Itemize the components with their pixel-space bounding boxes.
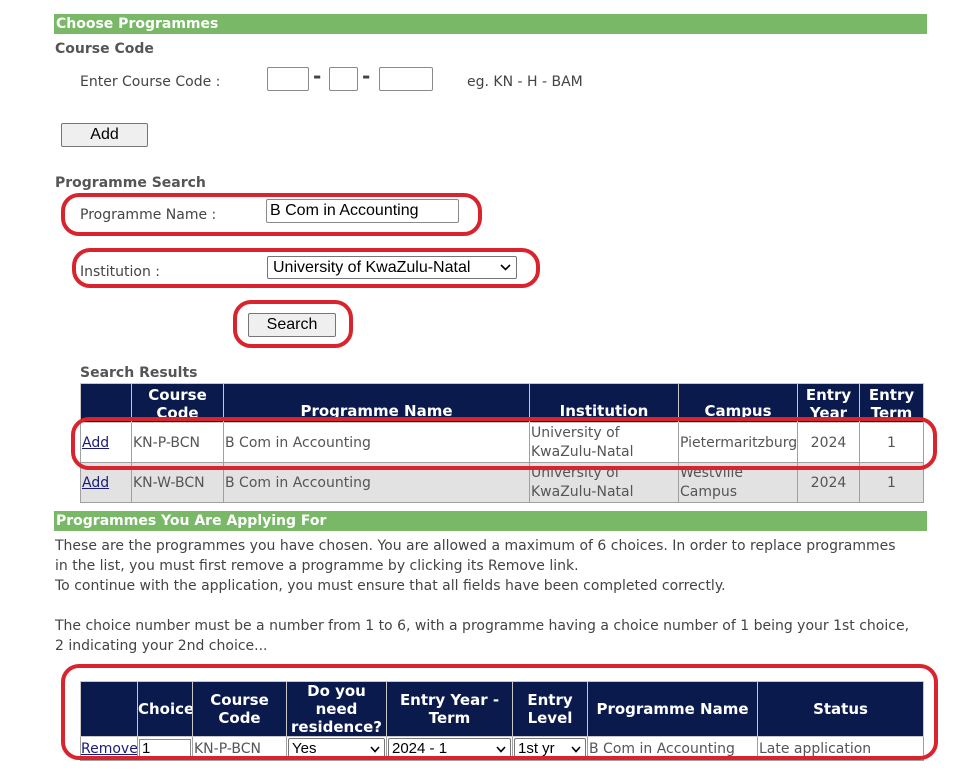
search-results-heading: Search Results [80,365,198,381]
course-code-part2-input[interactable] [329,67,358,91]
course-code-label: Enter Course Code : [80,74,221,90]
highlight-chosen-table [61,664,938,760]
search-button[interactable]: Search [248,313,336,337]
choice-instructions: The choice number must be a number from … [55,616,935,656]
institution-label: Institution : [80,264,161,280]
add-result-link[interactable]: Add [82,475,109,491]
instructions-line-3: To continue with the application, you mu… [55,578,726,594]
applying-bar: Programmes You Are Applying For [54,511,927,531]
applying-instructions: These are the programmes you have chosen… [55,536,935,596]
course-code-heading: Course Code [55,41,154,57]
course-code-part1-input[interactable] [267,67,309,91]
course-code-part3-input[interactable] [379,67,433,91]
course-code-separator-1: - [313,64,322,88]
course-code-example: eg. KN - H - BAM [467,74,583,90]
chevron-down-icon [500,263,511,271]
instructions-line-1: These are the programmes you have chosen… [55,538,896,554]
institution-select[interactable]: University of KwaZulu-Natal [267,256,517,279]
choice-line-2: 2 indicating your 2nd choice... [55,638,268,654]
programme-name-label: Programme Name : [80,207,217,223]
applying-title: Programmes You Are Applying For [56,513,327,529]
institution-select-value: University of KwaZulu-Natal [273,259,471,276]
programme-search-heading: Programme Search [55,175,206,191]
choice-line-1: The choice number must be a number from … [55,618,910,634]
choose-programmes-title: Choose Programmes [56,16,219,32]
programme-name-input[interactable] [266,199,459,223]
highlight-result-row [71,417,937,470]
choose-programmes-bar: Choose Programmes [54,14,927,34]
instructions-line-2: in the list, you must first remove a pro… [55,558,579,574]
add-course-code-button[interactable]: Add [61,123,148,147]
course-code-separator-2: - [362,64,371,88]
